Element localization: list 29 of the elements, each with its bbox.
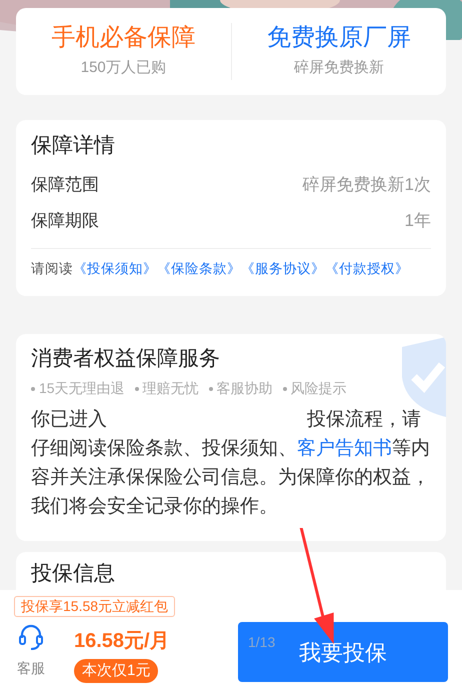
highlight-title: 手机必备保障 bbox=[51, 23, 196, 54]
highlight-subtitle: 150万人已购 bbox=[80, 58, 166, 78]
page-counter: 1/13 bbox=[248, 633, 276, 652]
benefit-tag: 客服协助 bbox=[216, 378, 273, 399]
notice-paragraph: 你已进入 投保流程，请仔细阅读保险条款、投保须知、客户告知书等内容并关注承保保险公司信息。为保障你的权益，我们将会安全记录你的操作。 bbox=[31, 408, 431, 519]
document-link[interactable]: 《投保须知》 bbox=[73, 259, 157, 280]
section-title: 保障详情 bbox=[31, 133, 116, 159]
notice-link[interactable]: 客户告知书 bbox=[297, 438, 392, 459]
document-link[interactable]: 《付款授权》 bbox=[325, 259, 409, 280]
read-prefix: 请阅读 bbox=[31, 260, 73, 278]
price: 16.58元/月 bbox=[74, 629, 170, 654]
service-button[interactable]: 客服 bbox=[14, 624, 48, 679]
section-title: 投保信息 bbox=[31, 562, 116, 586]
headset-icon bbox=[18, 624, 44, 652]
benefit-tag: 风险提示 bbox=[290, 378, 347, 399]
detail-label: 保障期限 bbox=[31, 210, 99, 232]
detail-value: 1年 bbox=[404, 210, 431, 232]
buy-button[interactable]: 1/13 我要投保 bbox=[238, 622, 448, 682]
benefit-tag: 理赔无忧 bbox=[142, 378, 199, 399]
highlight-title: 免费换原厂屏 bbox=[266, 23, 411, 54]
document-link[interactable]: 《保险条款》 bbox=[157, 259, 241, 280]
highlight-subtitle: 碎屏免费换新 bbox=[294, 58, 384, 78]
section-title: 消费者权益保障服务 bbox=[31, 346, 221, 372]
detail-value: 碎屏免费换新1次 bbox=[302, 174, 431, 196]
benefit-tag: 15天无理由退 bbox=[39, 378, 125, 399]
detail-label: 保障范围 bbox=[31, 174, 99, 196]
promo-tag: 投保享15.58元立减红包 bbox=[14, 596, 176, 617]
price-badge: 本次仅1元 bbox=[74, 659, 158, 683]
document-link[interactable]: 《服务协议》 bbox=[241, 259, 325, 280]
